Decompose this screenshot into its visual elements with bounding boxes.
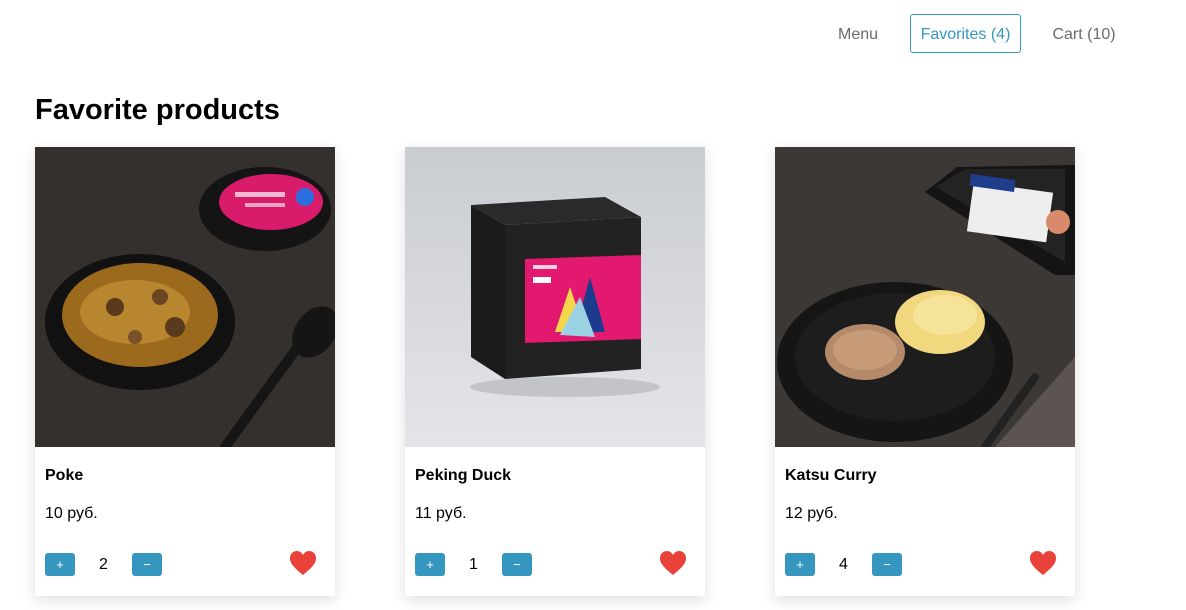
- decrease-quantity-button[interactable]: −: [502, 553, 532, 576]
- page-title: Favorite products: [35, 94, 280, 126]
- product-image[interactable]: [775, 147, 1075, 447]
- favorite-heart-icon[interactable]: [659, 550, 687, 576]
- increase-quantity-button[interactable]: +: [415, 553, 445, 576]
- favorite-heart-icon[interactable]: [1029, 550, 1057, 576]
- increase-quantity-button[interactable]: +: [45, 553, 75, 576]
- quantity-value: 2: [99, 556, 108, 573]
- nav-favorites-link[interactable]: Favorites (4): [910, 14, 1021, 53]
- product-image[interactable]: [405, 147, 705, 447]
- product-card: Peking Duck 11 руб. + 1 −: [405, 147, 705, 596]
- product-card: Katsu Curry 12 руб. + 4 −: [775, 147, 1075, 596]
- product-image[interactable]: [35, 147, 335, 447]
- nav-menu-link[interactable]: Menu: [826, 14, 890, 53]
- product-name[interactable]: Katsu Curry: [785, 466, 877, 486]
- increase-quantity-button[interactable]: +: [785, 553, 815, 576]
- decrease-quantity-button[interactable]: −: [872, 553, 902, 576]
- favorite-heart-icon[interactable]: [289, 550, 317, 576]
- product-card: Poke 10 руб. + 2 −: [35, 147, 335, 596]
- product-price: 10 руб.: [45, 505, 98, 522]
- product-name[interactable]: Peking Duck: [415, 466, 511, 486]
- product-price: 11 руб.: [415, 505, 467, 522]
- quantity-value: 1: [469, 556, 478, 573]
- top-nav: Menu Favorites (4) Cart (10): [0, 14, 1186, 53]
- quantity-value: 4: [839, 556, 848, 573]
- product-name[interactable]: Poke: [45, 466, 83, 486]
- decrease-quantity-button[interactable]: −: [132, 553, 162, 576]
- nav-cart-link[interactable]: Cart (10): [1043, 14, 1125, 53]
- product-price: 12 руб.: [785, 505, 838, 522]
